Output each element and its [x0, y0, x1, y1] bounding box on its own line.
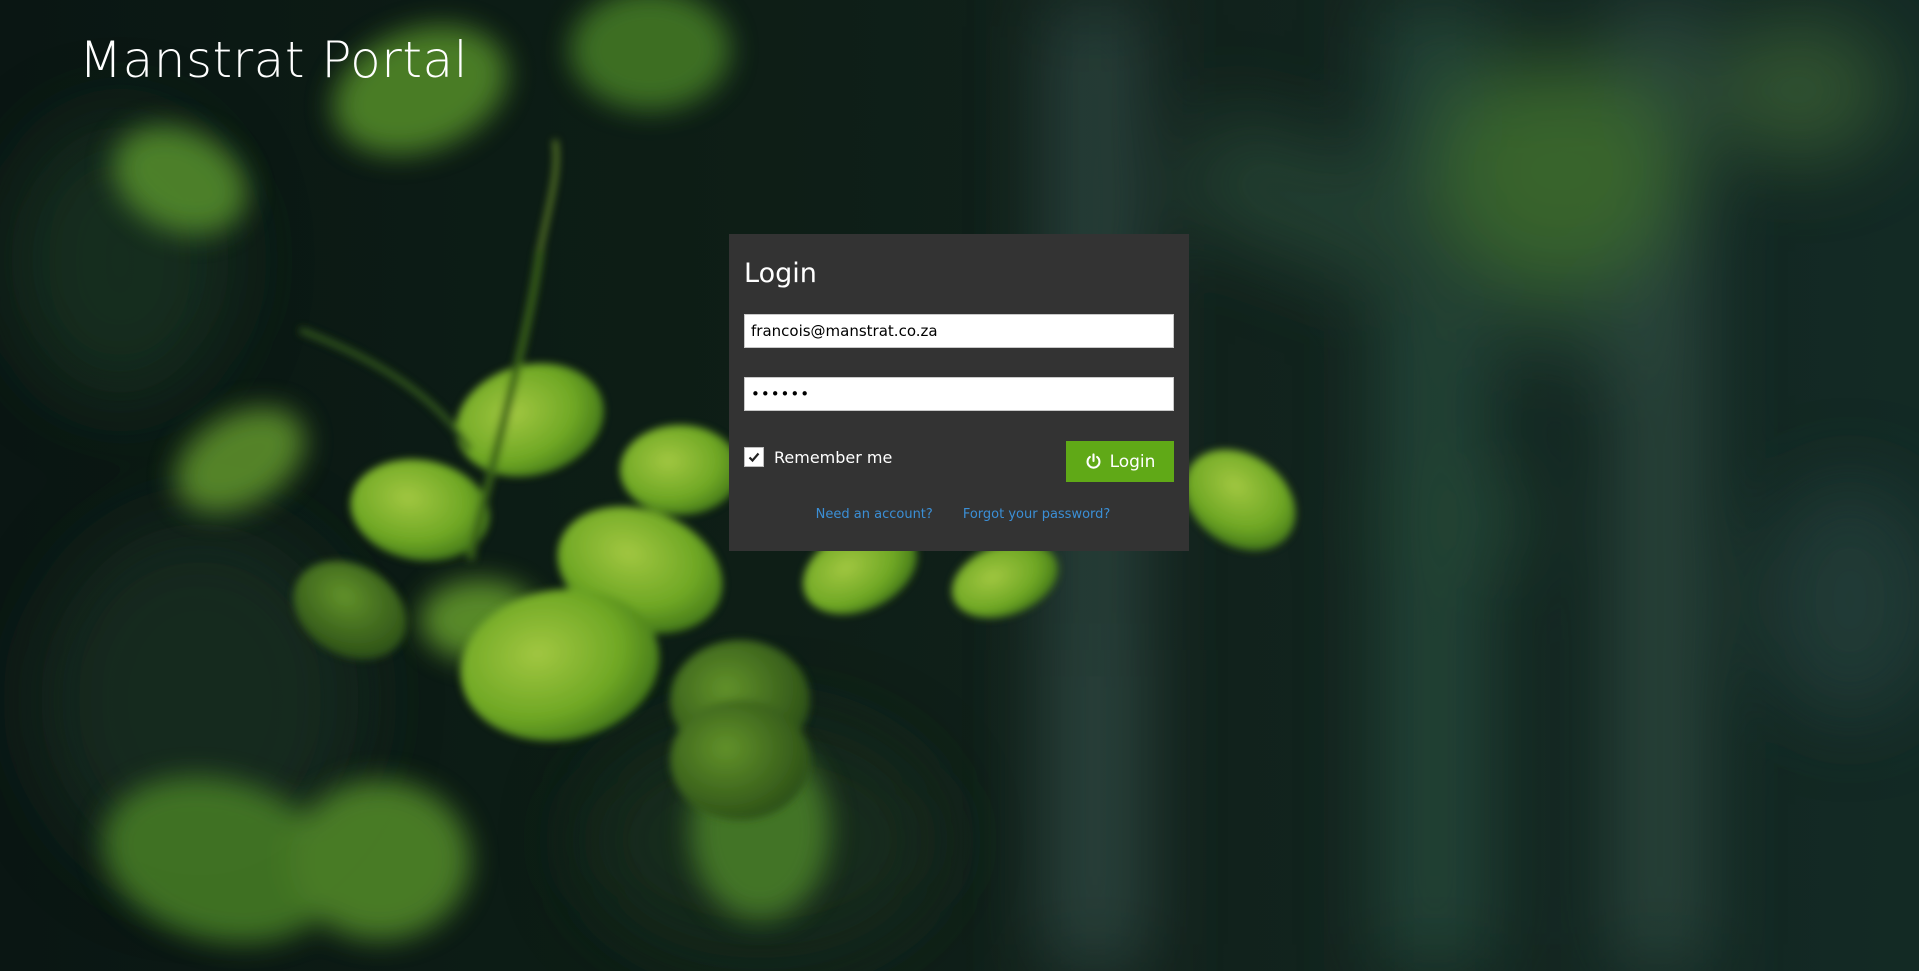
app-title: Manstrat Portal: [79, 31, 468, 89]
need-account-link[interactable]: Need an account?: [816, 507, 933, 522]
power-icon: [1086, 453, 1101, 469]
login-panel: Login Remember me Login Need an account?…: [729, 234, 1189, 551]
checkbox-box[interactable]: [744, 447, 764, 467]
login-page: Manstrat Portal Login Remember me Login …: [0, 0, 1919, 971]
login-button-label: Login: [1109, 451, 1156, 472]
remember-me-label: Remember me: [774, 447, 893, 467]
remember-me-checkbox[interactable]: Remember me: [744, 447, 892, 467]
email-field[interactable]: [744, 314, 1174, 348]
login-heading: Login: [744, 258, 817, 289]
login-button[interactable]: Login: [1066, 441, 1174, 482]
password-field[interactable]: [744, 377, 1174, 411]
forgot-password-link[interactable]: Forgot your password?: [963, 507, 1111, 522]
account-links: Need an account? Forgot your password?: [729, 507, 1189, 522]
checkmark-icon: [748, 452, 760, 463]
